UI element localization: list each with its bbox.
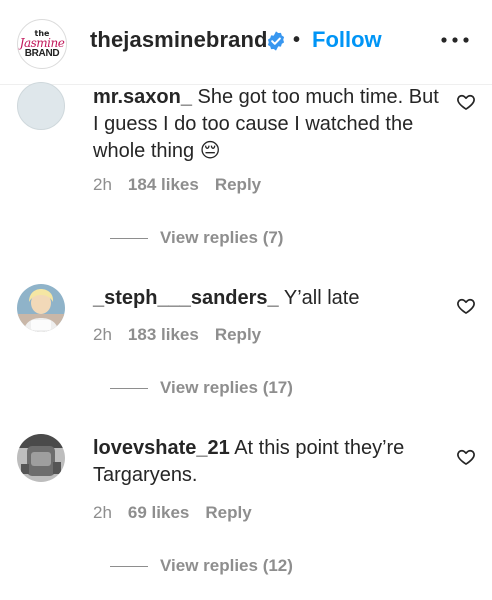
more-options-icon[interactable] xyxy=(440,34,470,46)
reply-button[interactable]: Reply xyxy=(215,325,261,345)
divider-line xyxy=(110,565,148,567)
comment-text: _steph___sanders_ Y’all late xyxy=(93,285,443,312)
view-replies-label: View replies (12) xyxy=(160,556,293,575)
comment-meta: 2h 183 likes Reply xyxy=(93,325,261,345)
reply-button[interactable]: Reply xyxy=(215,175,261,195)
view-replies-label: View replies (7) xyxy=(160,228,284,247)
comment-time: 2h xyxy=(93,175,112,194)
avatar[interactable] xyxy=(17,434,65,482)
view-replies-button[interactable]: View replies (12) xyxy=(110,556,293,576)
comment-likes[interactable]: 184 likes xyxy=(128,175,199,195)
avatar[interactable] xyxy=(17,82,65,130)
heart-icon[interactable] xyxy=(456,92,476,112)
comment-text: lovevshate_21 At this point they’re Targ… xyxy=(93,435,443,489)
heart-icon[interactable] xyxy=(456,296,476,316)
logo-text-jasmine: Jasmine xyxy=(19,35,65,50)
comment-username[interactable]: _steph___sanders_ xyxy=(93,287,279,309)
divider-line xyxy=(110,387,148,389)
avatar[interactable] xyxy=(17,284,65,332)
avatar-photo xyxy=(17,434,65,482)
post-header: the Jasmine BRAND thejasminebrand • Foll… xyxy=(0,0,492,85)
comment-text: mr.saxon_ She got too much time. But I g… xyxy=(93,84,443,165)
comment-username[interactable]: mr.saxon_ xyxy=(93,86,192,108)
comment-likes[interactable]: 69 likes xyxy=(128,503,189,523)
comment-time: 2h xyxy=(93,325,112,344)
avatar-photo xyxy=(17,284,65,332)
comment-meta: 2h 184 likes Reply xyxy=(93,175,261,195)
view-replies-button[interactable]: View replies (17) xyxy=(110,378,293,398)
reply-button[interactable]: Reply xyxy=(205,503,251,523)
comment-meta: 2h 69 likes Reply xyxy=(93,503,252,523)
view-replies-button[interactable]: View replies (7) xyxy=(110,228,283,248)
follow-button[interactable]: Follow xyxy=(312,27,382,53)
heart-icon[interactable] xyxy=(456,447,476,467)
comment-username[interactable]: lovevshate_21 xyxy=(93,437,230,459)
comment-likes[interactable]: 183 likes xyxy=(128,325,199,345)
header-username[interactable]: thejasminebrand xyxy=(90,27,268,53)
logo-text-brand: BRAND xyxy=(24,47,60,59)
comment-body: Y’all late xyxy=(278,287,360,309)
view-replies-label: View replies (17) xyxy=(160,378,293,397)
divider-line xyxy=(110,237,148,239)
verified-badge-icon xyxy=(267,31,285,51)
comment-time: 2h xyxy=(93,503,112,522)
header-separator: • xyxy=(293,29,301,51)
profile-logo[interactable]: the Jasmine BRAND xyxy=(17,19,67,69)
